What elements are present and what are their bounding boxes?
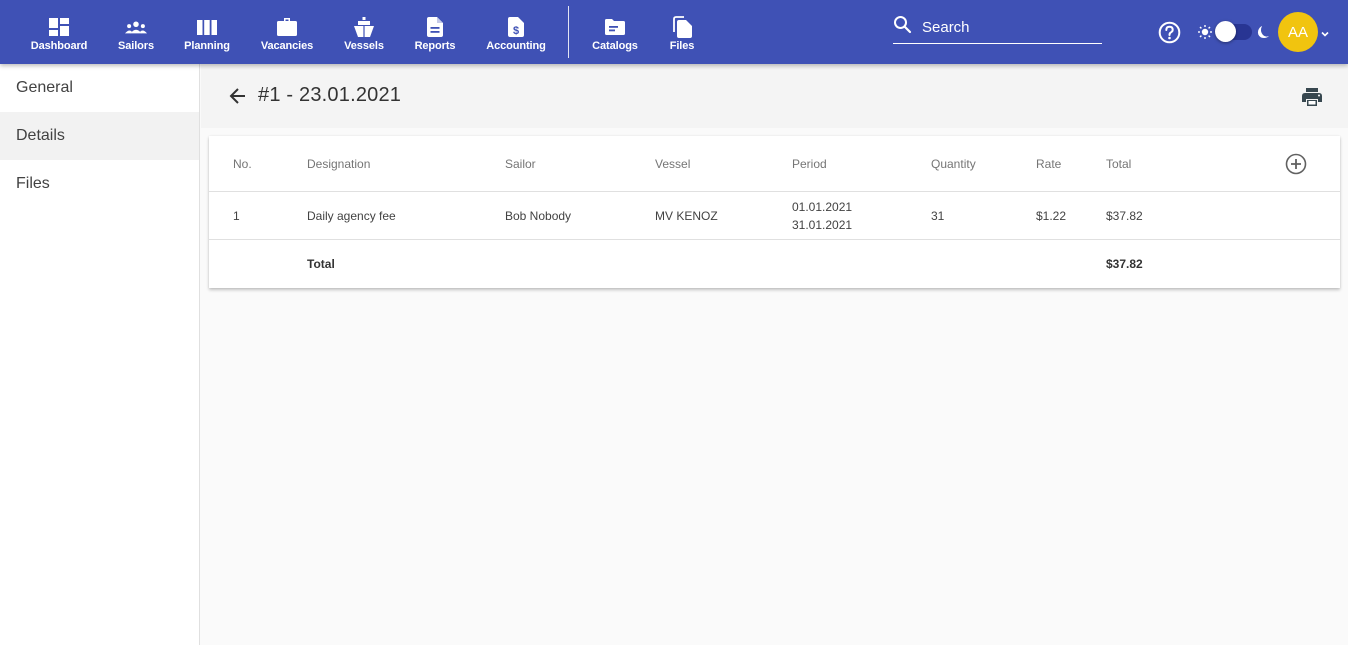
document-icon (424, 16, 446, 38)
column-header: Designation (307, 156, 371, 171)
grand-total: $37.82 (1106, 257, 1143, 271)
theme-toggle[interactable] (1215, 21, 1252, 42)
search-input[interactable] (922, 19, 1092, 36)
cell-designation: Daily agency fee (307, 208, 396, 223)
toggle-knob (1215, 21, 1236, 42)
nav-vessels[interactable]: Vessels (343, 0, 385, 64)
nav-label: Dashboard (30, 40, 88, 52)
nav-files[interactable]: Files (664, 0, 700, 64)
add-line-button[interactable] (1285, 153, 1307, 175)
nav-accounting[interactable]: $ Accounting (486, 0, 546, 64)
help-icon[interactable] (1158, 21, 1181, 44)
nav-label: Accounting (486, 40, 546, 52)
cell-quantity: 31 (931, 208, 945, 223)
invoice-lines-table: No. Designation Sailor Vessel Period Qua… (209, 136, 1340, 288)
nav-label: Reports (414, 40, 456, 52)
total-label: Total (307, 257, 335, 271)
sidebar-item-label: Details (16, 127, 65, 144)
ship-icon (353, 16, 375, 38)
sidebar-item-files[interactable]: Files (0, 160, 199, 208)
nav-reports[interactable]: Reports (414, 0, 456, 64)
user-avatar[interactable]: AA (1278, 12, 1318, 52)
page-title: #1 - 23.01.2021 (258, 84, 402, 106)
briefcase-icon (276, 16, 298, 38)
main-content: #1 - 23.01.2021 No. Designation Sailor V… (201, 64, 1348, 645)
columns-icon (196, 16, 218, 38)
period-end: 31.01.2021 (792, 217, 853, 232)
table-header-row: No. Designation Sailor Vessel Period Qua… (209, 136, 1340, 192)
cell-period: 01.01.2021 31.01.2021 (792, 192, 852, 239)
add-circle-icon (1285, 153, 1307, 175)
people-icon (125, 16, 147, 38)
search-icon (893, 15, 913, 35)
column-header: Sailor (505, 156, 536, 171)
cell-sailor: Bob Nobody (505, 208, 572, 223)
sidebar-item-label: General (16, 79, 73, 96)
nav-label: Vessels (344, 40, 384, 52)
nav-vacancies[interactable]: Vacancies (259, 0, 315, 64)
page-header: #1 - 23.01.2021 (201, 64, 1348, 128)
search-box (893, 12, 1102, 44)
invoice-dollar-icon: $ (505, 16, 527, 38)
nav-catalogs[interactable]: Catalogs (592, 0, 638, 64)
cell-no: 1 (233, 208, 240, 223)
period-start: 01.01.2021 (792, 199, 853, 214)
avatar-initials: AA (1287, 23, 1308, 41)
cell-total: $37.82 (1106, 208, 1143, 223)
column-header: Vessel (655, 156, 691, 171)
nav-label: Sailors (118, 40, 154, 52)
nav-label: Vacancies (260, 40, 314, 52)
nav-label: Planning (184, 40, 230, 52)
nav-dashboard[interactable]: Dashboard (30, 0, 88, 64)
nav-sailors[interactable]: Sailors (115, 0, 157, 64)
nav-label: Files (669, 40, 695, 52)
folder-icon (604, 16, 626, 38)
dashboard-icon (48, 16, 70, 38)
nav-planning[interactable]: Planning (184, 0, 230, 64)
column-header: Quantity (931, 156, 976, 171)
files-icon (671, 16, 693, 38)
table-total-row: Total $37.82 (209, 240, 1340, 288)
column-header: Period (792, 156, 827, 171)
sidebar-item-general[interactable]: General (0, 64, 199, 112)
nav-divider (568, 6, 569, 58)
back-arrow-icon[interactable] (228, 86, 248, 106)
nav-label: Catalogs (592, 40, 638, 52)
column-header: Total (1106, 156, 1132, 171)
column-header: Rate (1036, 156, 1062, 171)
column-header: No. (233, 156, 252, 171)
sidebar-item-details[interactable]: Details (0, 112, 199, 160)
sidebar-item-label: Files (16, 175, 50, 192)
print-icon[interactable] (1300, 85, 1324, 109)
cell-vessel: MV KENOZ (655, 208, 718, 223)
sun-icon (1198, 25, 1212, 39)
moon-icon (1256, 25, 1270, 39)
table-row[interactable]: 1 Daily agency fee Bob Nobody MV KENOZ 0… (209, 192, 1340, 240)
sidebar: General Details Files (0, 64, 200, 645)
chevron-down-icon[interactable] (1320, 26, 1330, 37)
svg-text:$: $ (513, 25, 519, 37)
top-navbar: Dashboard Sailors Planning Vacancies Ves… (0, 0, 1348, 64)
cell-rate: $1.22 (1036, 208, 1067, 223)
